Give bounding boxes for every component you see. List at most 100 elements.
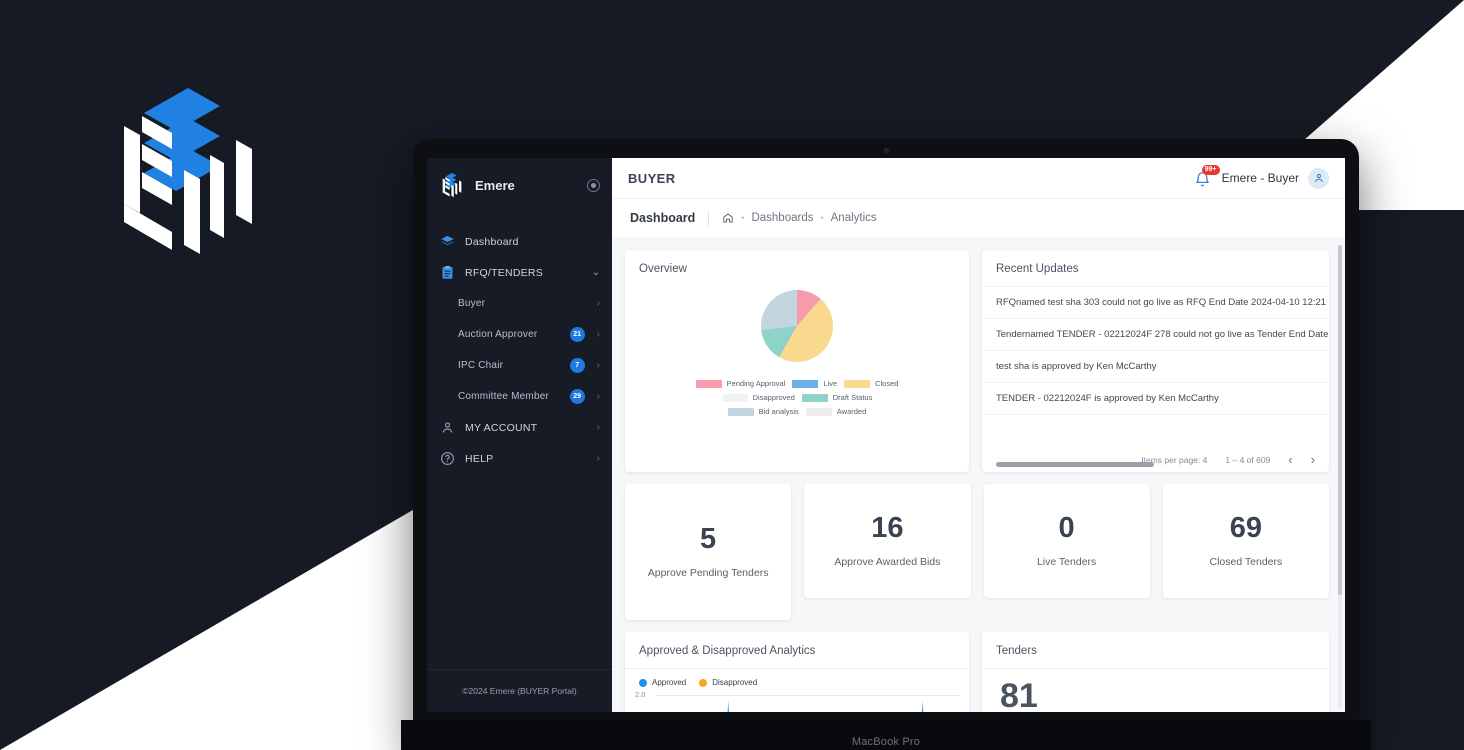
person-icon <box>439 420 455 436</box>
tenders-value: 81 <box>1000 677 1038 712</box>
chevron-right-icon[interactable]: › <box>597 422 600 433</box>
kpi-card-closed-tenders[interactable]: 69 Closed Tenders <box>1162 484 1329 598</box>
list-item[interactable]: TENDER - 02212024F is approved by Ken Mc… <box>982 383 1329 415</box>
chevron-right-icon[interactable]: › <box>597 329 600 340</box>
chevron-right-icon[interactable]: › <box>597 298 600 309</box>
sidebar-item-dashboard[interactable]: Dashboard <box>427 226 612 257</box>
notification-bell-icon[interactable]: 99+ <box>1194 164 1220 188</box>
legend-dot <box>639 678 647 687</box>
kpi-value: 16 <box>871 512 904 545</box>
analytics-plot: 2.0 <box>635 690 959 712</box>
breadcrumb-item-analytics[interactable]: Analytics <box>831 212 877 224</box>
legend-item: Closed <box>844 379 898 388</box>
legend-label: Pending Approval <box>726 379 786 388</box>
sidebar-item-rfq-tenders[interactable]: RFQ/TENDERS ⌄ <box>427 257 612 288</box>
bar-approved <box>920 701 926 712</box>
sidebar-item-committee-member[interactable]: Committee Member 29 › <box>427 381 612 412</box>
kpi-value: 69 <box>1229 512 1262 545</box>
breadcrumb-page: Dashboard <box>630 211 696 225</box>
sidebar-item-buyer[interactable]: Buyer › <box>427 288 612 319</box>
breadcrumb: Dashboard • Dashboards • Analytics <box>612 199 1345 237</box>
kpi-card-approve-awarded-bids[interactable]: 16 Approve Awarded Bids <box>804 484 971 598</box>
legend-row: Bid analysis Awarded <box>639 407 955 416</box>
recent-updates-list: RFQnamed test sha 303 could not go live … <box>982 287 1329 444</box>
legend-label: Draft Status <box>832 393 873 402</box>
legend-item: Disapproved <box>721 393 795 402</box>
legend-item: Awarded <box>805 407 867 416</box>
legend-swatch <box>844 379 871 388</box>
chevron-right-icon[interactable]: › <box>1311 453 1315 466</box>
sidebar-item-my-account[interactable]: MY ACCOUNT › <box>427 412 612 443</box>
legend-swatch <box>695 379 722 388</box>
sidebar-nav: Dashboard RFQ/TENDERS ⌄ Buyer › Auction … <box>427 212 612 669</box>
legend-swatch <box>805 407 832 416</box>
em-cube-logo <box>118 82 258 260</box>
chevron-right-icon[interactable]: › <box>597 391 600 402</box>
sidebar-item-badge: 21 <box>569 327 585 342</box>
sidebar-item-auction-approver[interactable]: Auction Approver 21 › <box>427 319 612 350</box>
kpi-row: 5 Approve Pending Tenders 16 Approve Awa… <box>625 484 1329 620</box>
legend-item: Draft Status <box>801 393 873 402</box>
list-item[interactable]: test sha is approved by Ken McCarthy <box>982 351 1329 383</box>
user-avatar-icon[interactable] <box>1308 167 1329 189</box>
sidebar: Emere Dashboard RFQ/TENDERS ⌄ Buyer › Au… <box>427 158 612 712</box>
overview-legend: Pending Approval Live Closed Disapproved… <box>625 379 969 421</box>
legend-dot <box>699 678 708 687</box>
main-area: BUYER 99+ Emere - Buyer Dashboard • Dash… <box>612 158 1345 712</box>
kpi-card-live-tenders[interactable]: 0 Live Tenders <box>983 484 1150 598</box>
analytics-legend: Approved Disapproved <box>625 669 969 687</box>
dashboard-content: Overview Pending Approval Live Closed Di… <box>612 237 1345 712</box>
legend-swatch <box>721 393 748 402</box>
chevron-down-icon[interactable]: ⌄ <box>592 267 600 278</box>
vertical-scrollbar-thumb[interactable] <box>1338 245 1342 595</box>
legend-item-approved: Approved <box>639 678 686 687</box>
legend-swatch <box>801 393 828 402</box>
sidebar-item-ipc-chair[interactable]: IPC Chair 7 › <box>427 350 612 381</box>
chevron-right-icon[interactable]: › <box>597 360 600 371</box>
laptop-camera <box>883 148 889 153</box>
kpi-label: Closed Tenders <box>1209 555 1283 568</box>
breadcrumb-separator: • <box>741 213 745 223</box>
overview-pie-chart <box>761 290 833 362</box>
sidebar-footer: ©2024 Emere (BUYER Portal) <box>427 669 612 712</box>
help-circle-icon <box>439 451 455 467</box>
collapse-toggle-icon[interactable] <box>587 178 600 192</box>
sidebar-item-label: IPC Chair <box>458 360 504 371</box>
breadcrumb-divider <box>708 210 710 226</box>
legend-label: Awarded <box>836 407 867 416</box>
chevron-left-icon[interactable]: ‹ <box>1288 453 1292 466</box>
kpi-card-approve-pending-tenders[interactable]: 5 Approve Pending Tenders <box>625 484 792 620</box>
kpi-label: Approve Awarded Bids <box>834 555 941 568</box>
top-row: Overview Pending Approval Live Closed Di… <box>625 250 1329 472</box>
tenders-card: Tenders 81 <box>982 632 1329 712</box>
legend-swatch <box>792 379 819 388</box>
legend-label: Bid analysis <box>758 407 799 416</box>
app-screen: Emere Dashboard RFQ/TENDERS ⌄ Buyer › Au… <box>427 158 1345 712</box>
analytics-title: Approved & Disapproved Analytics <box>625 632 969 669</box>
overview-card: Overview Pending Approval Live Closed Di… <box>625 250 969 472</box>
list-item[interactable]: Tendernamed TENDER - 02212024F 278 could… <box>982 319 1329 351</box>
sidebar-brand[interactable]: Emere <box>427 158 612 212</box>
kpi-label: Live Tenders <box>1036 555 1097 568</box>
sidebar-item-badge: 7 <box>569 358 585 373</box>
home-icon[interactable] <box>722 212 734 224</box>
sidebar-item-label: Auction Approver <box>458 329 538 340</box>
poster-stage: Emere Dashboard RFQ/TENDERS ⌄ Buyer › Au… <box>0 0 1464 750</box>
layers-icon <box>439 234 455 250</box>
sidebar-brand-name: Emere <box>475 177 515 193</box>
legend-label: Approved <box>652 678 687 687</box>
em-cube-logo-small <box>439 172 465 198</box>
legend-row: Pending Approval Live Closed <box>639 379 955 388</box>
sidebar-item-help[interactable]: HELP › <box>427 443 612 474</box>
bar-approved <box>725 701 731 712</box>
chevron-right-icon[interactable]: › <box>597 453 600 464</box>
breadcrumb-item-dashboards[interactable]: Dashboards <box>751 212 813 224</box>
recent-updates-card: Recent Updates RFQnamed test sha 303 cou… <box>982 250 1329 472</box>
sidebar-footer-text: ©2024 Emere (BUYER Portal) <box>462 686 577 696</box>
device-label: MacBook Pro <box>851 736 921 748</box>
list-item[interactable]: RFQnamed test sha 303 could not go live … <box>982 287 1329 319</box>
sidebar-item-label: Buyer <box>458 298 486 309</box>
horizontal-scrollbar[interactable] <box>996 462 1154 467</box>
page-title: BUYER <box>628 170 676 186</box>
legend-row: Disapproved Draft Status <box>639 393 955 402</box>
